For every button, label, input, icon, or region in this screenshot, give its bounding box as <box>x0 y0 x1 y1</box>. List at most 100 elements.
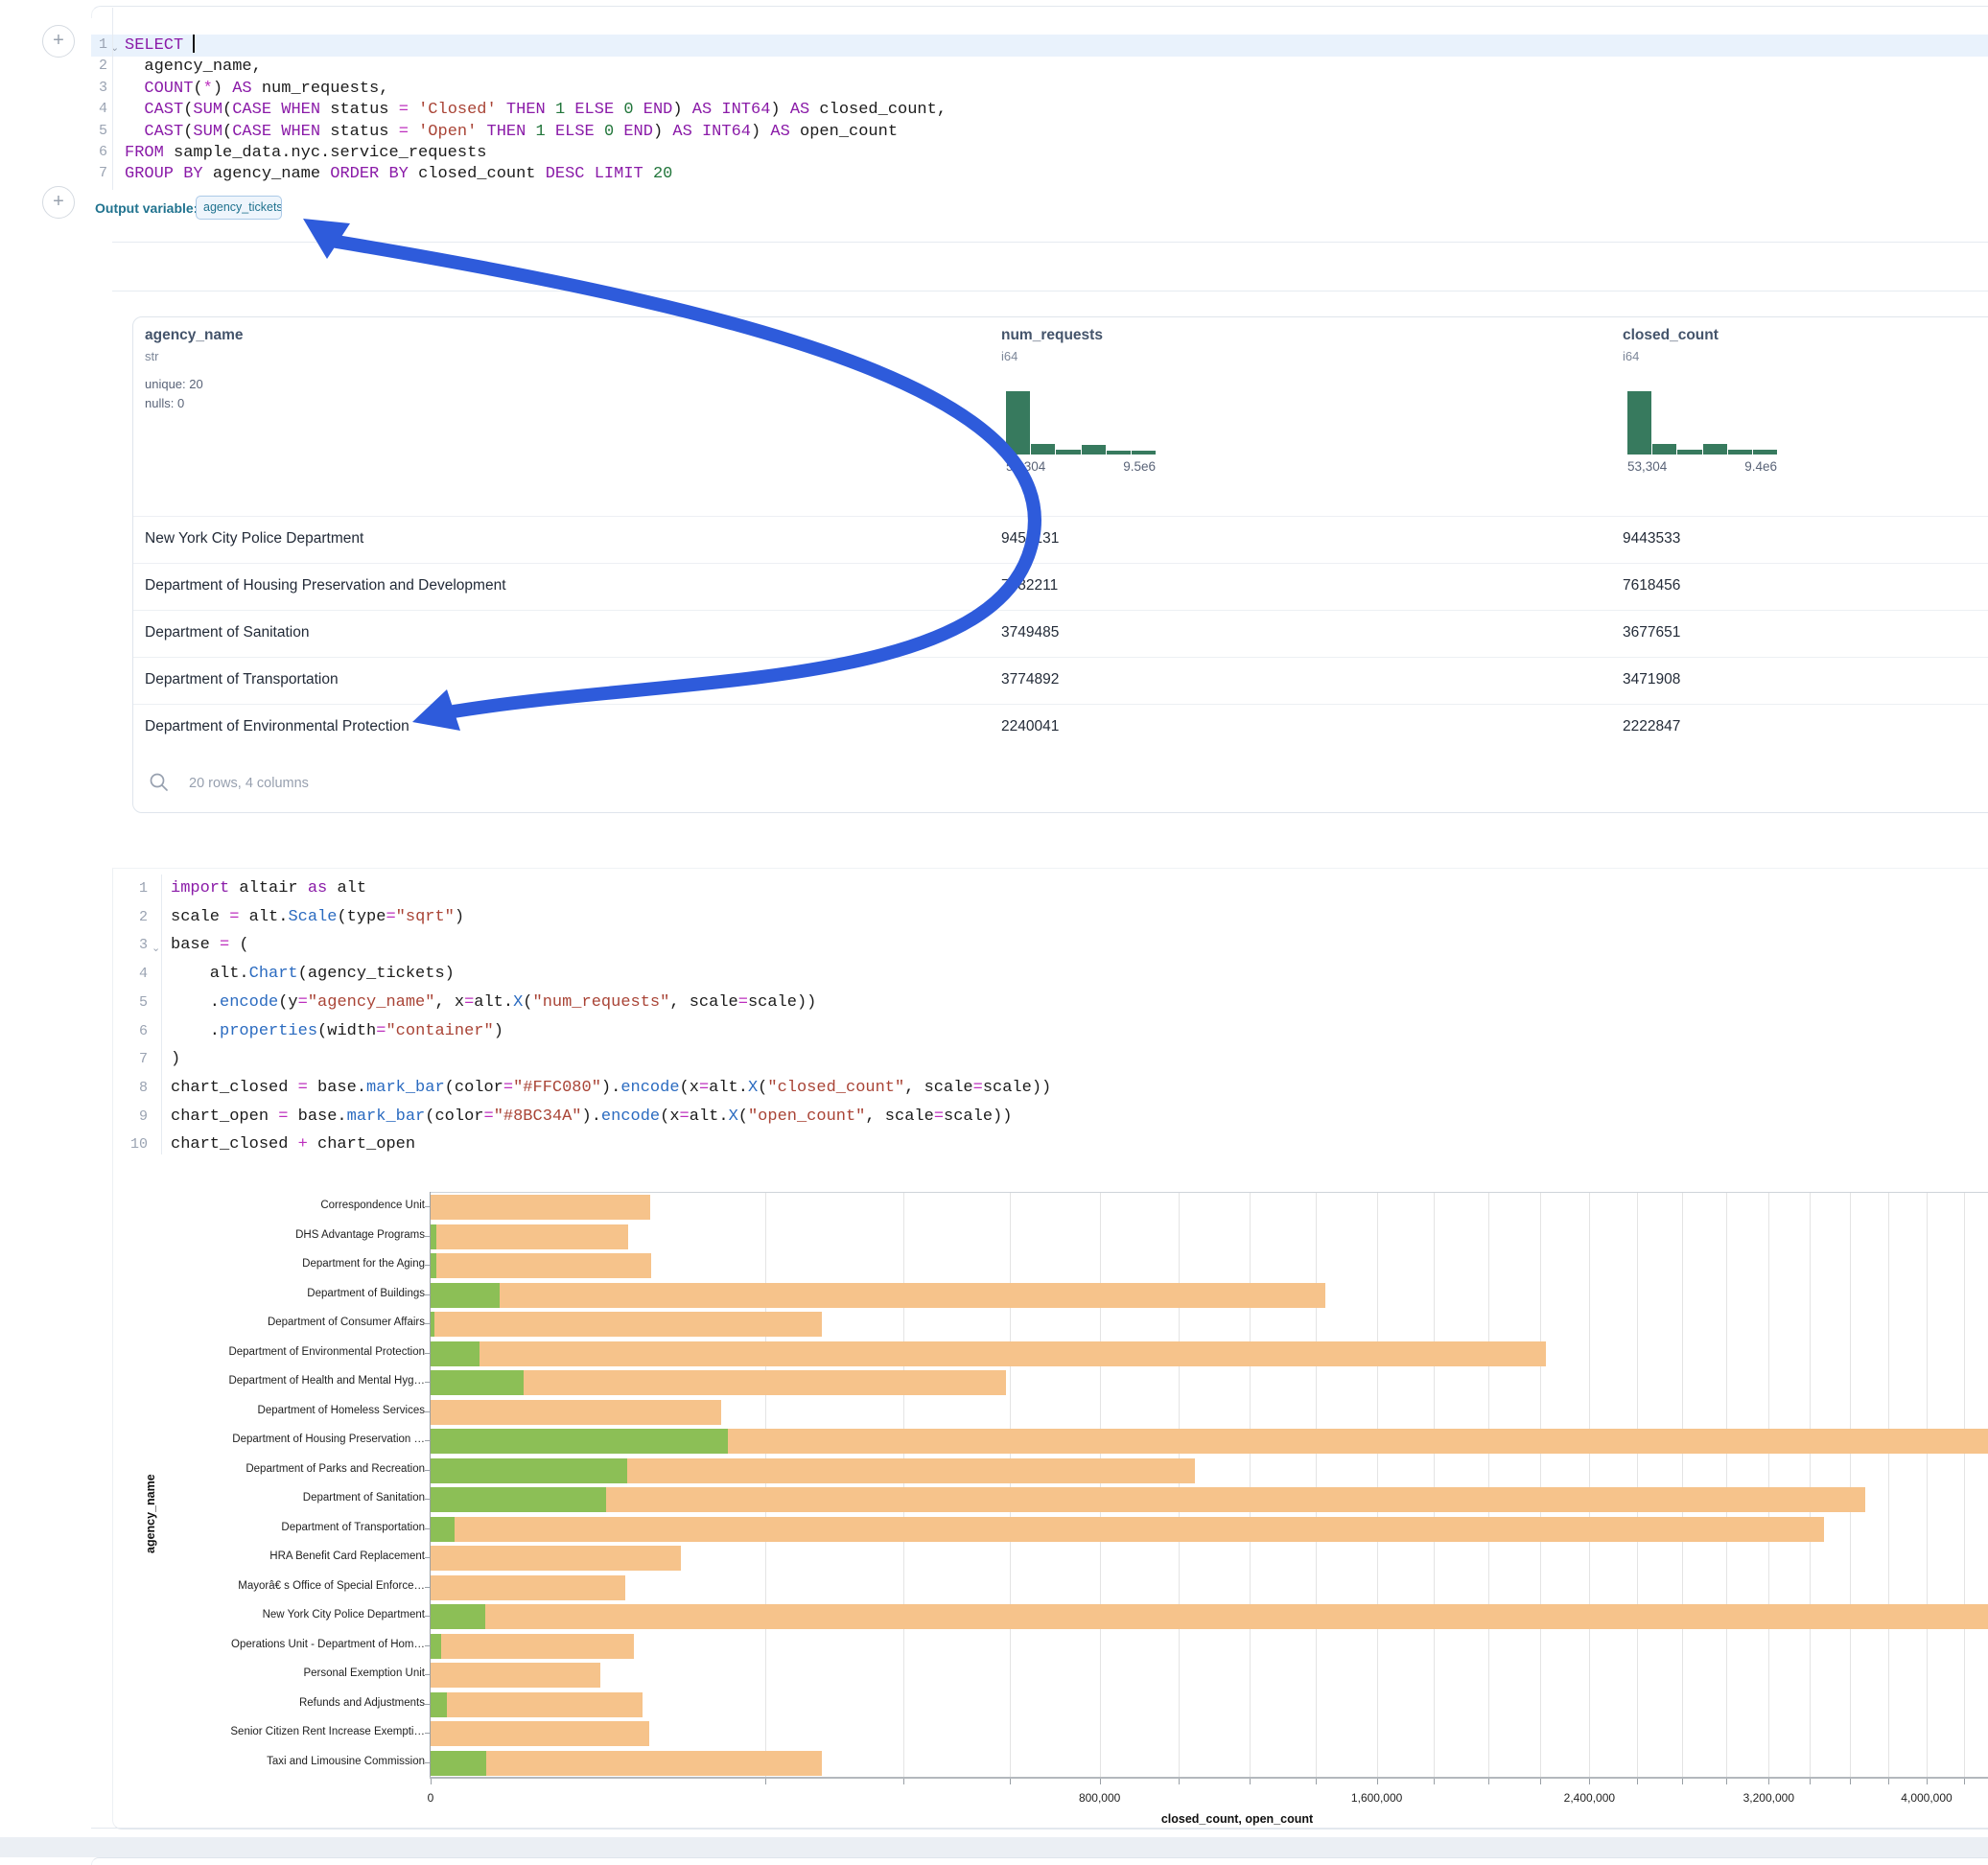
y-axis-label: New York City Police Department <box>118 1609 425 1620</box>
code-line[interactable]: ) <box>171 1045 1051 1074</box>
line-number: 8 <box>123 1074 148 1103</box>
hist-max: 9.4e6 <box>1744 459 1777 474</box>
y-axis-label: Department of Buildings <box>118 1288 425 1299</box>
open_count-bar[interactable] <box>431 1634 441 1659</box>
code-line[interactable]: alt.Chart(agency_tickets) <box>171 960 1051 989</box>
y-axis-label: Department of Health and Mental Hyg… <box>118 1375 425 1387</box>
x-axis-tick-label: 3,200,000 <box>1743 1791 1794 1805</box>
open_count-bar[interactable] <box>431 1487 606 1512</box>
annotation-arrow <box>0 0 1247 786</box>
x-axis-tick <box>1100 1779 1101 1784</box>
x-axis-tick-label: 2,400,000 <box>1564 1791 1615 1805</box>
gridline <box>1589 1193 1590 1778</box>
closed_count-bar[interactable] <box>431 1312 822 1337</box>
open_count-bar[interactable] <box>431 1283 500 1308</box>
open_count-bar[interactable] <box>431 1751 486 1776</box>
line-number: 3 <box>123 931 148 960</box>
closed_count-bar[interactable] <box>431 1604 1988 1629</box>
code-line[interactable]: .properties(width="container") <box>171 1017 1051 1046</box>
closed_count-bar[interactable] <box>431 1517 1824 1542</box>
x-axis-tick <box>1179 1779 1180 1784</box>
table-cell: 2222847 <box>1623 718 1680 735</box>
code-line[interactable]: scale = alt.Scale(type="sqrt") <box>171 903 1051 932</box>
x-axis-tick <box>431 1779 432 1784</box>
open_count-bar[interactable] <box>431 1429 728 1454</box>
line-number: 2 <box>123 903 148 932</box>
closed_count-bar[interactable] <box>431 1721 649 1746</box>
open_count-bar[interactable] <box>431 1253 436 1278</box>
closed_count-bar[interactable] <box>431 1692 643 1717</box>
code-line[interactable]: chart_closed + chart_open <box>171 1131 1051 1159</box>
y-axis-label: Department of Homeless Services <box>118 1405 425 1416</box>
closed_count-bar[interactable] <box>431 1663 600 1688</box>
gridline <box>1434 1193 1435 1778</box>
code-line[interactable]: base = ( <box>171 931 1051 960</box>
open_count-bar[interactable] <box>431 1604 485 1629</box>
x-axis-tick <box>1682 1779 1683 1784</box>
x-axis-tick-label: 1,600,000 <box>1351 1791 1402 1805</box>
code-line[interactable]: chart_closed = base.mark_bar(color="#FFC… <box>171 1074 1051 1103</box>
line-number: 5 <box>123 989 148 1017</box>
closed_count-bar[interactable] <box>431 1195 650 1220</box>
code-line[interactable]: .encode(y="agency_name", x=alt.X("num_re… <box>171 989 1051 1017</box>
y-axis-label: Department of Parks and Recreation <box>118 1463 425 1475</box>
x-axis-tick <box>1927 1779 1928 1784</box>
open_count-bar[interactable] <box>431 1341 479 1366</box>
y-axis-label: Department of Housing Preservation … <box>118 1434 425 1445</box>
gridline <box>1964 1193 1965 1778</box>
open_count-bar[interactable] <box>431 1458 627 1483</box>
gridline <box>1768 1193 1769 1778</box>
gridline <box>1010 1193 1011 1778</box>
x-axis-tick <box>1488 1779 1489 1784</box>
table-cell: 3471908 <box>1623 671 1680 688</box>
closed_count-bar[interactable] <box>431 1546 681 1571</box>
closed_count-bar[interactable] <box>431 1224 628 1249</box>
gridline <box>1377 1193 1378 1778</box>
closed_count-bar[interactable] <box>431 1634 634 1659</box>
gridline <box>1888 1193 1889 1778</box>
code-line[interactable]: import altair as alt <box>171 874 1051 903</box>
x-axis-tick-label: 800,000 <box>1079 1791 1120 1805</box>
gridline <box>1637 1193 1638 1778</box>
open_count-bar[interactable] <box>431 1370 524 1395</box>
closed_count-bar[interactable] <box>431 1487 1865 1512</box>
column-header-closed-count[interactable]: closed_count <box>1623 327 1719 344</box>
gridline <box>903 1193 904 1778</box>
fold-caret-icon[interactable]: ⌄ <box>152 942 160 954</box>
closed-count-histogram <box>1627 391 1777 455</box>
x-axis-tick <box>1810 1779 1811 1784</box>
y-axis-label: Correspondence Unit <box>118 1200 425 1211</box>
y-axis-label: Senior Citizen Rent Increase Exempti… <box>118 1726 425 1737</box>
python-code[interactable]: import altair as altscale = alt.Scale(ty… <box>171 874 1051 1159</box>
closed_count-bar[interactable] <box>431 1575 625 1600</box>
closed_count-bar[interactable] <box>431 1751 822 1776</box>
code-line[interactable]: chart_open = base.mark_bar(color="#8BC34… <box>171 1103 1051 1131</box>
open_count-bar[interactable] <box>431 1692 447 1717</box>
chart-x-axis-line <box>430 1777 1988 1779</box>
x-axis-tick <box>903 1779 904 1784</box>
open_count-bar[interactable] <box>431 1517 455 1542</box>
closed_count-bar[interactable] <box>431 1253 651 1278</box>
x-axis-tick <box>1768 1779 1769 1784</box>
open_count-bar[interactable] <box>431 1312 434 1337</box>
gridline <box>1488 1193 1489 1778</box>
closed_count-bar[interactable] <box>431 1341 1546 1366</box>
line-number: 6 <box>123 1017 148 1046</box>
line-number: 7 <box>123 1045 148 1074</box>
closed_count-bar[interactable] <box>431 1283 1325 1308</box>
histogram-bar <box>1728 450 1752 455</box>
histogram-bar <box>1753 450 1777 455</box>
column-type: i64 <box>1623 349 1639 363</box>
open_count-bar[interactable] <box>431 1224 436 1249</box>
gridline <box>1179 1193 1180 1778</box>
gridline <box>765 1193 766 1778</box>
x-axis-tick <box>1540 1779 1541 1784</box>
closed_count-bar[interactable] <box>431 1400 721 1425</box>
histogram-bar <box>1652 444 1676 455</box>
x-axis-tick <box>1250 1779 1251 1784</box>
line-number: 10 <box>123 1131 148 1159</box>
x-axis-tick <box>1434 1779 1435 1784</box>
table-cell: 9443533 <box>1623 530 1680 548</box>
bar-chart-plot-area[interactable] <box>431 1192 1988 1778</box>
x-axis-tick <box>1726 1779 1727 1784</box>
